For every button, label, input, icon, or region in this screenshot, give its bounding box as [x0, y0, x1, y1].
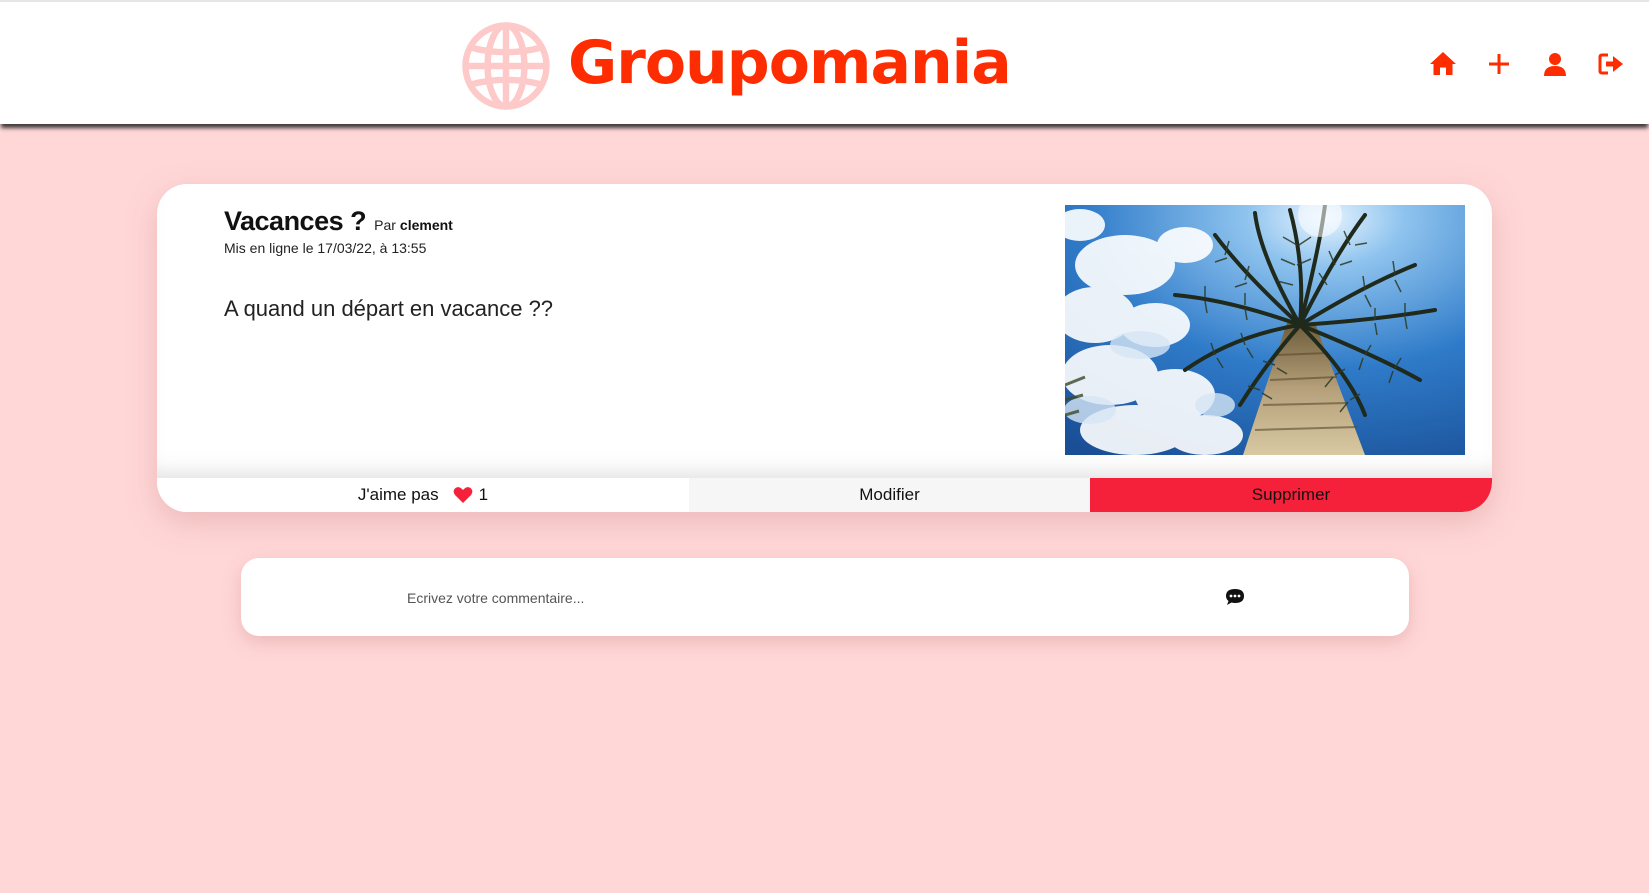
post-content: A quand un départ en vacance ?? [224, 296, 554, 321]
post-by-label: Par [374, 217, 396, 233]
profile-button[interactable] [1539, 48, 1571, 80]
delete-label: Supprimer [1251, 485, 1331, 504]
comment-input[interactable] [405, 580, 1209, 616]
brand-name: Groupomania [568, 28, 1012, 98]
user-icon [1544, 53, 1566, 76]
like-count: 1 [478, 485, 489, 504]
post-body: Vacances ? Par clement Mis en ligne le 1… [157, 184, 1492, 478]
comment-form [241, 558, 1409, 636]
post-date: Mis en ligne le 17/03/22, à 13:55 [224, 240, 427, 256]
logo[interactable]: Groupomania [460, 20, 1012, 112]
home-icon [1430, 52, 1456, 75]
logout-button[interactable] [1595, 48, 1627, 80]
globe-icon [462, 22, 550, 110]
add-post-button[interactable] [1483, 48, 1515, 80]
heart-icon [453, 486, 473, 504]
like-label: J'aime pas [357, 485, 439, 504]
dislike-button[interactable]: J'aime pas 1 [157, 478, 689, 512]
palm-tree-photo [1065, 205, 1465, 455]
post-author[interactable]: clement [400, 217, 453, 233]
comment-icon [1226, 589, 1244, 605]
post-card: Vacances ? Par clement Mis en ligne le 1… [157, 184, 1492, 512]
app-header: Groupomania [0, 0, 1649, 124]
post-header: Vacances ? Par clement [224, 206, 453, 237]
home-button[interactable] [1427, 48, 1459, 80]
delete-button[interactable]: Supprimer [1090, 478, 1492, 512]
edit-label: Modifier [859, 485, 920, 504]
edit-button[interactable]: Modifier [689, 478, 1090, 512]
send-comment-button[interactable] [1223, 585, 1247, 609]
logout-icon [1598, 53, 1623, 75]
post-title: Vacances ? [224, 206, 367, 236]
post-actions: J'aime pas 1 Modifier Supprimer [157, 478, 1492, 512]
post-image [1065, 205, 1465, 455]
plus-icon [1489, 54, 1509, 74]
top-nav [1403, 48, 1627, 80]
